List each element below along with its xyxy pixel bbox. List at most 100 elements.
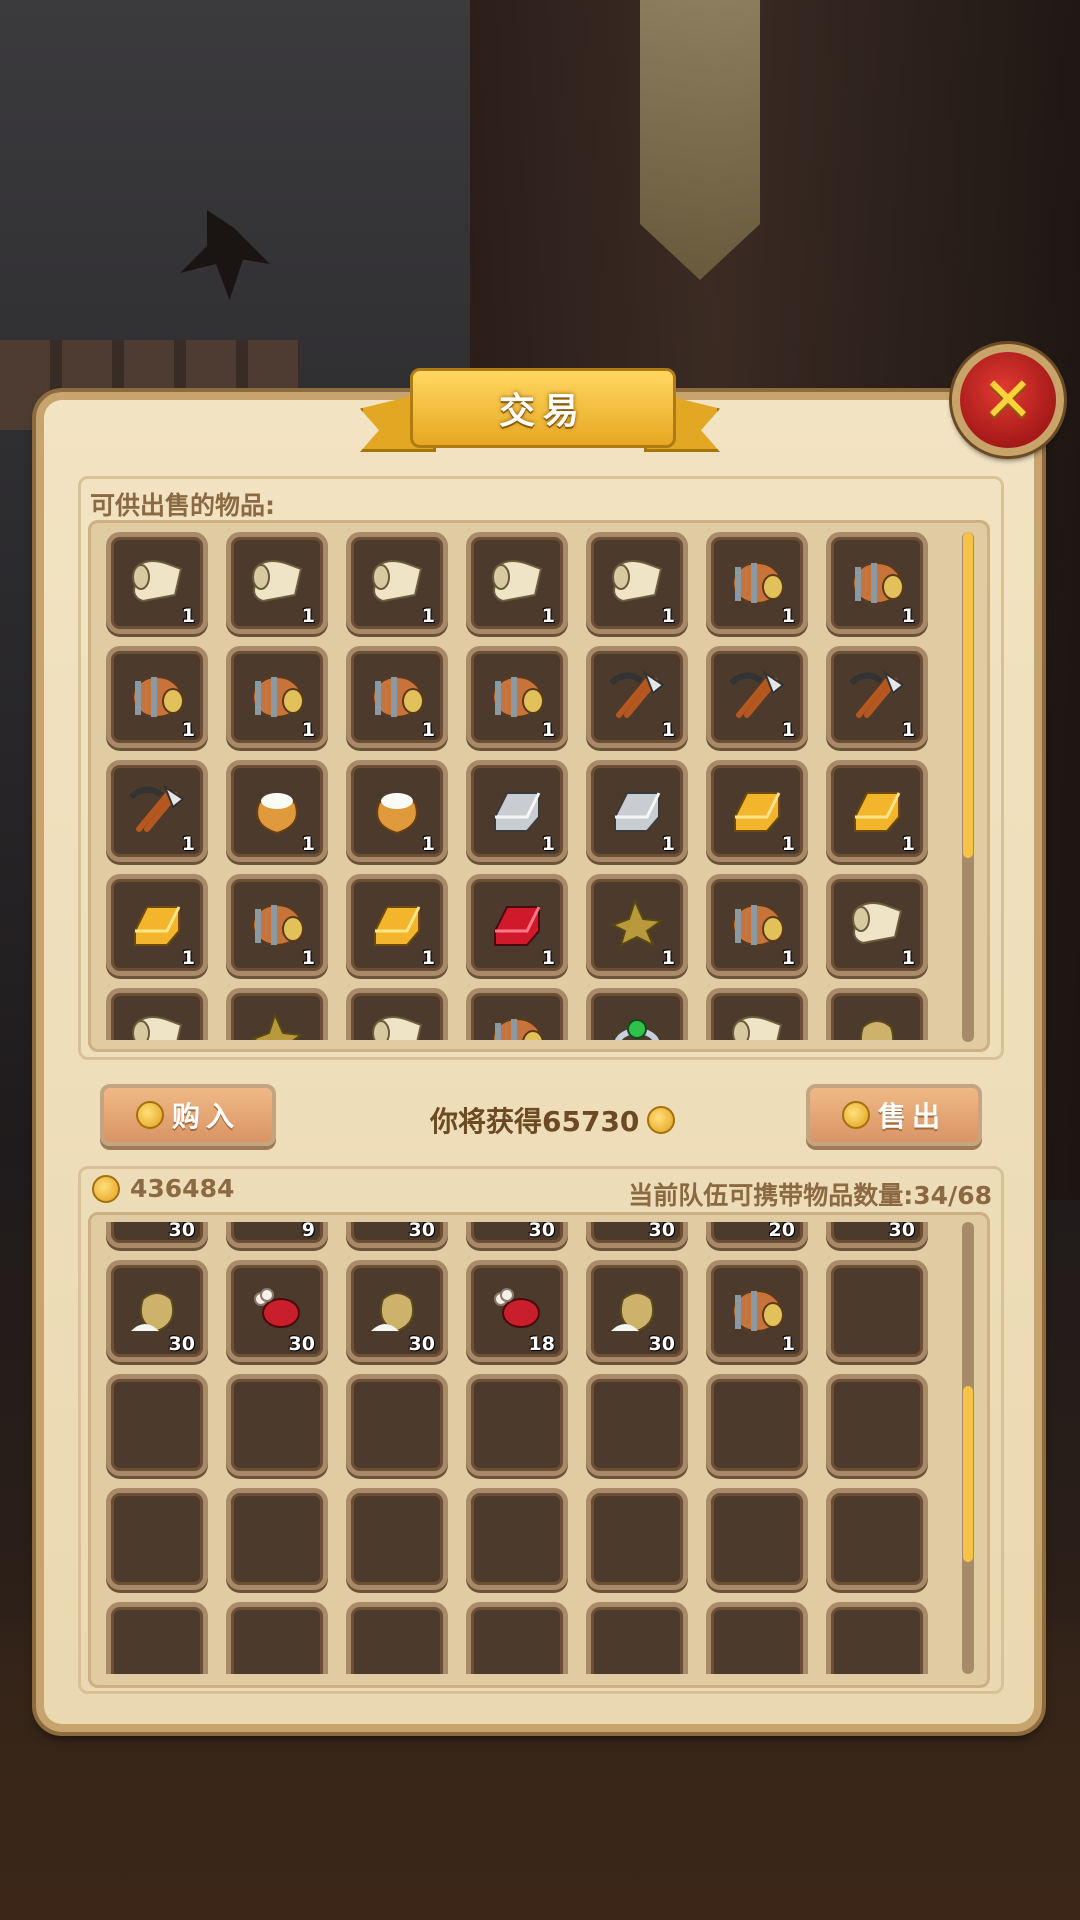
inventory-item-slot[interactable]: 30 bbox=[346, 1260, 448, 1362]
buy-button[interactable]: 购入 bbox=[100, 1084, 276, 1146]
sell-grid[interactable]: 1 1 1 1 1 1 1 1 1 1 1 1 1 1 1 1 1 1 1 1 1 1 1 1 1 1 1 1 bbox=[100, 528, 940, 1040]
inventory-item-slot[interactable] bbox=[106, 1374, 208, 1476]
sell-item-slot[interactable]: 1 bbox=[706, 874, 808, 976]
sell-item-slot[interactable]: 1 bbox=[586, 760, 688, 862]
pickaxe-icon bbox=[845, 663, 909, 727]
item-quantity: 1 bbox=[301, 947, 315, 969]
inventory-item-slot[interactable]: 1 bbox=[706, 1260, 808, 1362]
sell-item-slot[interactable]: 1 bbox=[586, 646, 688, 748]
scroll-icon bbox=[245, 549, 309, 613]
inventory-item-slot[interactable]: 30 bbox=[466, 1222, 568, 1248]
inventory-item-slot[interactable] bbox=[826, 1260, 928, 1362]
sell-item-slot[interactable]: 1 bbox=[346, 646, 448, 748]
sell-item-slot[interactable]: 1 bbox=[706, 760, 808, 862]
gold-ingot-icon bbox=[125, 891, 189, 955]
grain-sack-icon bbox=[125, 1277, 189, 1341]
barrel-icon bbox=[485, 1005, 549, 1040]
sell-item-slot[interactable]: 1 bbox=[586, 874, 688, 976]
sell-scrollbar[interactable] bbox=[962, 532, 974, 1042]
ruby-ingot-icon bbox=[485, 891, 549, 955]
sell-item-slot[interactable] bbox=[106, 988, 208, 1040]
inventory-item-slot[interactable]: 30 bbox=[586, 1222, 688, 1248]
item-quantity: 1 bbox=[181, 833, 195, 855]
item-quantity: 1 bbox=[421, 947, 435, 969]
sell-item-slot[interactable]: 1 bbox=[826, 646, 928, 748]
sell-item-slot[interactable]: 1 bbox=[346, 874, 448, 976]
sell-item-slot[interactable]: 1 bbox=[346, 760, 448, 862]
gold-coin-icon bbox=[92, 1174, 120, 1203]
sell-item-slot[interactable]: 1 bbox=[106, 532, 208, 634]
sell-item-slot[interactable]: 1 bbox=[706, 532, 808, 634]
sell-item-slot[interactable]: 1 bbox=[466, 874, 568, 976]
item-quantity: 1 bbox=[181, 719, 195, 741]
sell-item-slot[interactable]: 1 bbox=[466, 532, 568, 634]
inventory-item-slot[interactable] bbox=[346, 1488, 448, 1590]
sell-item-slot[interactable]: 1 bbox=[106, 646, 208, 748]
inventory-item-slot[interactable] bbox=[106, 1602, 208, 1674]
sell-item-slot[interactable]: 1 bbox=[226, 760, 328, 862]
inventory-item-slot[interactable] bbox=[586, 1374, 688, 1476]
sell-item-slot[interactable]: 1 bbox=[106, 874, 208, 976]
earn-display: 你将获得65730 bbox=[430, 1100, 676, 1140]
inventory-item-slot[interactable] bbox=[466, 1602, 568, 1674]
sell-item-slot[interactable]: 1 bbox=[346, 532, 448, 634]
inventory-item-slot[interactable]: 9 bbox=[226, 1222, 328, 1248]
inventory-item-slot[interactable] bbox=[226, 1374, 328, 1476]
inventory-item-slot[interactable] bbox=[826, 1602, 928, 1674]
sell-item-slot[interactable] bbox=[706, 988, 808, 1040]
inventory-scrollbar[interactable] bbox=[962, 1222, 974, 1674]
inventory-item-slot[interactable]: 30 bbox=[106, 1222, 208, 1248]
inventory-item-slot[interactable] bbox=[706, 1488, 808, 1590]
sell-button[interactable]: 售出 bbox=[806, 1084, 982, 1146]
sell-item-slot[interactable] bbox=[346, 988, 448, 1040]
inventory-item-slot[interactable] bbox=[106, 1488, 208, 1590]
sell-item-slot[interactable]: 1 bbox=[466, 646, 568, 748]
inventory-item-slot[interactable] bbox=[466, 1488, 568, 1590]
inventory-item-slot[interactable] bbox=[826, 1488, 928, 1590]
item-quantity: 1 bbox=[421, 719, 435, 741]
item-quantity: 30 bbox=[168, 1333, 195, 1355]
barrel-icon bbox=[725, 891, 789, 955]
inventory-item-slot[interactable]: 30 bbox=[226, 1260, 328, 1362]
sell-scroll-thumb[interactable] bbox=[963, 532, 973, 858]
inventory-item-slot[interactable] bbox=[706, 1602, 808, 1674]
item-quantity: 30 bbox=[168, 1222, 195, 1241]
inventory-item-slot[interactable]: 30 bbox=[346, 1222, 448, 1248]
inventory-item-slot[interactable] bbox=[586, 1602, 688, 1674]
inventory-item-slot[interactable] bbox=[346, 1602, 448, 1674]
sell-item-slot[interactable]: 1 bbox=[826, 532, 928, 634]
inventory-item-slot[interactable] bbox=[706, 1374, 808, 1476]
inventory-item-slot[interactable]: 30 bbox=[106, 1260, 208, 1362]
sell-item-slot[interactable] bbox=[226, 988, 328, 1040]
inventory-grid[interactable]: 30 9 30 30 30 20 30 30 30 30 18 30 1 bbox=[100, 1222, 940, 1674]
item-quantity: 1 bbox=[421, 605, 435, 627]
sell-item-slot[interactable]: 1 bbox=[586, 532, 688, 634]
inventory-item-slot[interactable]: 30 bbox=[826, 1222, 928, 1248]
inventory-item-slot[interactable] bbox=[226, 1488, 328, 1590]
sell-item-slot[interactable]: 1 bbox=[826, 874, 928, 976]
sell-item-slot[interactable]: 1 bbox=[466, 760, 568, 862]
sell-item-slot[interactable]: 1 bbox=[226, 646, 328, 748]
fish-icon bbox=[245, 1222, 309, 1227]
sell-item-slot[interactable]: 1 bbox=[226, 532, 328, 634]
sell-item-slot[interactable] bbox=[586, 988, 688, 1040]
inventory-item-slot[interactable] bbox=[466, 1374, 568, 1476]
sell-item-slot[interactable]: 1 bbox=[226, 874, 328, 976]
sell-item-slot[interactable]: 1 bbox=[106, 760, 208, 862]
inventory-item-slot[interactable] bbox=[226, 1602, 328, 1674]
sell-item-slot[interactable] bbox=[826, 988, 928, 1040]
inventory-item-slot[interactable] bbox=[346, 1374, 448, 1476]
inventory-item-slot[interactable]: 20 bbox=[706, 1222, 808, 1248]
inventory-item-slot[interactable] bbox=[586, 1488, 688, 1590]
item-quantity: 1 bbox=[781, 1333, 795, 1355]
inventory-scroll-thumb[interactable] bbox=[963, 1386, 973, 1562]
sell-item-slot[interactable]: 1 bbox=[706, 646, 808, 748]
inventory-item-slot[interactable]: 30 bbox=[586, 1260, 688, 1362]
close-button[interactable]: ✕ bbox=[952, 344, 1064, 456]
sell-item-slot[interactable] bbox=[466, 988, 568, 1040]
scroll-icon bbox=[485, 549, 549, 613]
inventory-item-slot[interactable]: 18 bbox=[466, 1260, 568, 1362]
sell-item-slot[interactable]: 1 bbox=[826, 760, 928, 862]
inventory-item-slot[interactable] bbox=[826, 1374, 928, 1476]
barrel-icon bbox=[725, 1277, 789, 1341]
